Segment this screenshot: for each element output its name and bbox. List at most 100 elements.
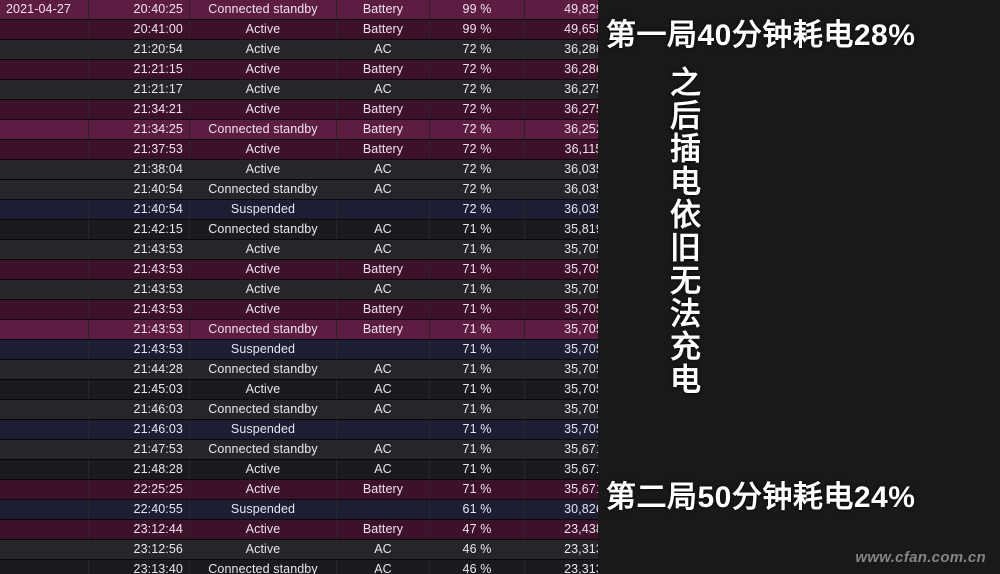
cell-date (0, 99, 89, 121)
cell-source: AC (336, 159, 430, 181)
table-row: 21:21:15ActiveBattery72 %36,286 mWh (0, 59, 676, 81)
cell-state: Active (189, 39, 337, 61)
cell-time: 21:34:25 (88, 119, 190, 141)
cell-source: AC (336, 279, 430, 301)
cell-state: Active (189, 479, 337, 501)
cell-time: 21:43:53 (88, 299, 190, 321)
cell-state: Active (189, 139, 337, 161)
cell-state: Active (189, 59, 337, 81)
cell-date (0, 59, 89, 81)
cell-percent: 71 % (429, 239, 525, 261)
cell-time: 21:21:17 (88, 79, 190, 101)
table-row: 21:43:53ActiveBattery71 %35,705 mWh (0, 299, 676, 321)
cell-date (0, 299, 89, 321)
cell-date (0, 139, 89, 161)
cell-date (0, 319, 89, 341)
cell-date (0, 259, 89, 281)
cell-percent: 71 % (429, 279, 525, 301)
cell-state: Suspended (189, 419, 337, 441)
cell-date (0, 419, 89, 441)
cell-time: 21:47:53 (88, 439, 190, 461)
cell-source: AC (336, 359, 430, 381)
cell-percent: 72 % (429, 79, 525, 101)
table-row: 23:13:40Connected standbyAC46 %23,313 mW… (0, 559, 676, 574)
cell-state: Connected standby (189, 179, 337, 201)
cell-percent: 71 % (429, 359, 525, 381)
table-row: 21:43:53ActiveAC71 %35,705 mWh (0, 279, 676, 301)
cell-state: Active (189, 79, 337, 101)
table-row: 20:41:00ActiveBattery99 %49,658 mWh (0, 19, 676, 41)
cell-state: Active (189, 519, 337, 541)
cell-state: Connected standby (189, 219, 337, 241)
cell-source (336, 199, 430, 221)
cell-date (0, 539, 89, 561)
cell-state: Suspended (189, 339, 337, 361)
table-row: 21:40:54Suspended72 %36,035 mWh (0, 199, 676, 221)
cell-date (0, 199, 89, 221)
table-row: 23:12:56ActiveAC46 %23,313 mWh (0, 539, 676, 561)
cell-time: 23:12:44 (88, 519, 190, 541)
cell-state: Active (189, 239, 337, 261)
cell-source: Battery (336, 0, 430, 21)
cell-percent: 72 % (429, 199, 525, 221)
cell-percent: 71 % (429, 399, 525, 421)
cell-state: Active (189, 99, 337, 121)
cell-source (336, 419, 430, 441)
cell-percent: 72 % (429, 59, 525, 81)
cell-date (0, 159, 89, 181)
cell-date (0, 399, 89, 421)
cell-time: 21:43:53 (88, 339, 190, 361)
table-row: 22:40:55Suspended61 %30,826 mWh (0, 499, 676, 521)
cell-time: 21:43:53 (88, 319, 190, 341)
cell-source (336, 499, 430, 521)
annotation-panel: 第一局40分钟耗电28% 之后插电依旧无法充电 第二局50分钟耗电24% www… (598, 0, 1000, 574)
cell-source: Battery (336, 139, 430, 161)
cell-source: AC (336, 219, 430, 241)
table-row: 21:45:03ActiveAC71 %35,705 mWh (0, 379, 676, 401)
cell-time: 21:42:15 (88, 219, 190, 241)
cell-time: 22:40:55 (88, 499, 190, 521)
cell-date (0, 79, 89, 101)
cell-time: 21:46:03 (88, 419, 190, 441)
cell-percent: 71 % (429, 219, 525, 241)
cell-state: Suspended (189, 199, 337, 221)
cell-date (0, 379, 89, 401)
cell-source: Battery (336, 259, 430, 281)
cell-date (0, 119, 89, 141)
cell-state: Active (189, 259, 337, 281)
annotation-vertical-note: 之后插电依旧无法充电 (665, 66, 700, 396)
cell-source: Battery (336, 519, 430, 541)
cell-percent: 72 % (429, 119, 525, 141)
table-row: 21:34:21ActiveBattery72 %36,275 mWh (0, 99, 676, 121)
cell-date (0, 39, 89, 61)
cell-source: AC (336, 379, 430, 401)
cell-time: 23:13:40 (88, 559, 190, 574)
annotation-second-session: 第二局50分钟耗电24% (606, 481, 916, 514)
cell-source: Battery (336, 299, 430, 321)
table-row: 21:38:04ActiveAC72 %36,035 mWh (0, 159, 676, 181)
cell-time: 21:20:54 (88, 39, 190, 61)
cell-state: Active (189, 299, 337, 321)
table-row: 21:40:54Connected standbyAC72 %36,035 mW… (0, 179, 676, 201)
cell-source: AC (336, 179, 430, 201)
cell-date (0, 459, 89, 481)
cell-source: AC (336, 539, 430, 561)
table-row: 21:47:53Connected standbyAC71 %35,671 mW… (0, 439, 676, 461)
cell-percent: 61 % (429, 499, 525, 521)
annotation-first-session: 第一局40分钟耗电28% (606, 19, 916, 52)
cell-date (0, 339, 89, 361)
table-row: 21:44:28Connected standbyAC71 %35,705 mW… (0, 359, 676, 381)
cell-time: 21:40:54 (88, 179, 190, 201)
cell-state: Active (189, 539, 337, 561)
cell-state: Connected standby (189, 319, 337, 341)
cell-source: AC (336, 39, 430, 61)
cell-state: Active (189, 379, 337, 401)
cell-time: 21:21:15 (88, 59, 190, 81)
cell-source: Battery (336, 479, 430, 501)
cell-source: Battery (336, 59, 430, 81)
cell-percent: 71 % (429, 419, 525, 441)
cell-time: 21:48:28 (88, 459, 190, 481)
table-row: 21:20:54ActiveAC72 %36,286 mWh (0, 39, 676, 61)
site-watermark: www.cfan.com.cn (855, 549, 986, 566)
cell-percent: 72 % (429, 139, 525, 161)
